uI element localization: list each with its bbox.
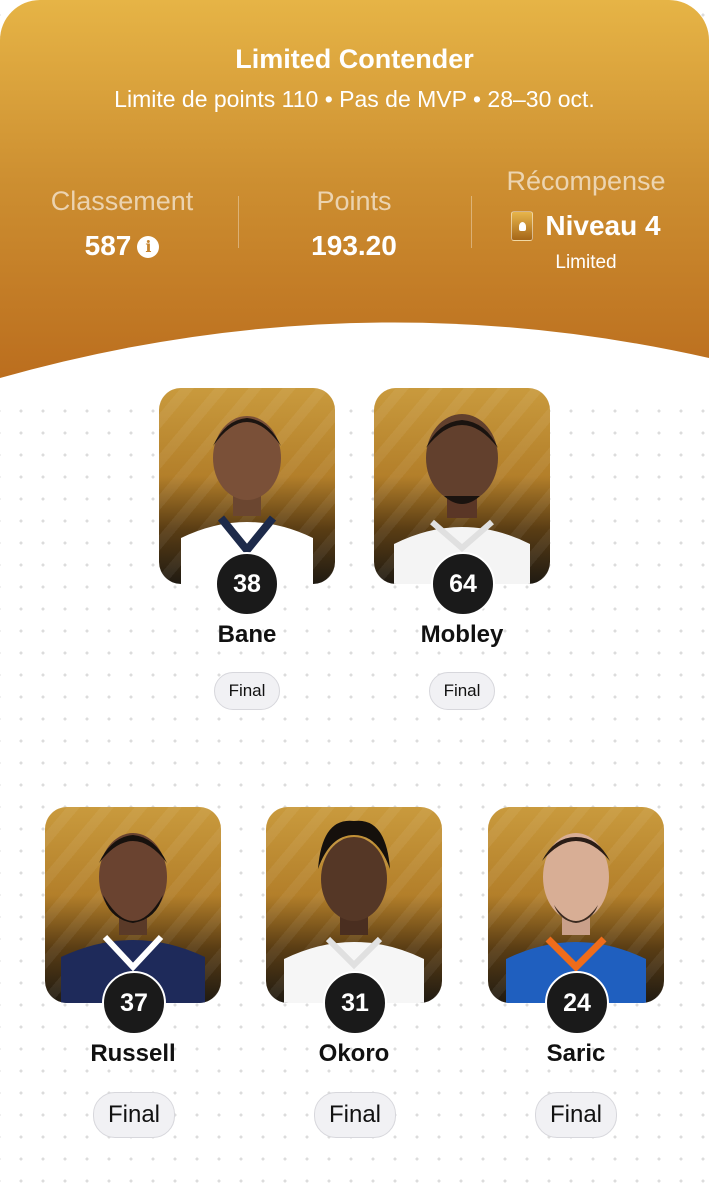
player-score: 31 [323,971,387,1035]
game-status-badge: Final [214,672,280,710]
reward-rarity: Limited [555,252,617,273]
card-badge-icon [511,211,534,241]
player-name: Bane [217,621,277,648]
player-score: 24 [545,971,609,1035]
contest-subtitle: Limite de points 110 • Pas de MVP • 28–3… [114,86,595,112]
rank-stat: Classement 587 i [22,186,222,262]
player-score: 64 [431,552,495,616]
player-name: Saric [546,1040,606,1067]
points-stat: Points 193.20 [254,186,454,262]
player-score: 38 [215,552,279,616]
player-name: Russell [90,1040,176,1067]
player-score: 37 [102,971,166,1035]
player-name: Mobley [420,621,504,648]
game-status-badge: Final [535,1092,617,1138]
header-curve [0,322,709,400]
info-icon[interactable]: i [137,236,160,258]
stat-divider [238,196,239,248]
player-name: Okoro [318,1040,390,1067]
game-status-badge: Final [314,1092,396,1138]
reward-value: Niveau 4 [545,210,661,241]
contest-header: Limited Contender Limite de points 110 •… [0,0,709,400]
lineup-screen: Limited Contender Limite de points 110 •… [0,0,709,1200]
reward-stat: Récompense Niveau 4 Limited [486,166,686,274]
contest-title: Limited Contender [235,44,474,74]
points-label: Points [316,186,392,216]
stat-divider [471,196,472,248]
game-status-badge: Final [429,672,495,710]
reward-label: Récompense [506,166,666,196]
points-value: 193.20 [311,230,397,261]
game-status-badge: Final [93,1092,175,1138]
rank-label: Classement [50,186,194,216]
rank-value: 587 [84,230,132,261]
